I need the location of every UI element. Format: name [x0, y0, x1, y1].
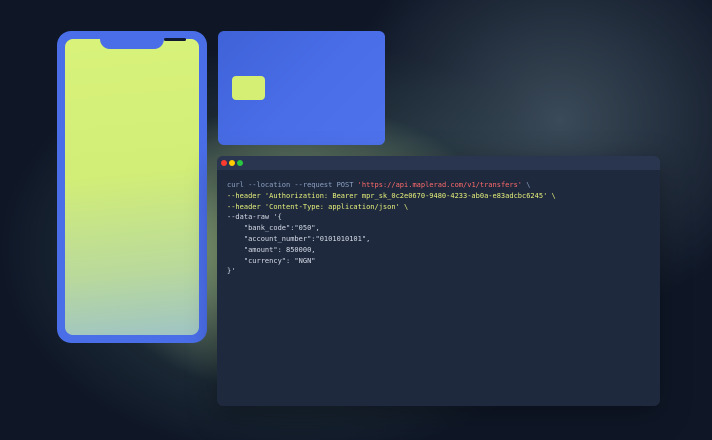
phone-speaker: [164, 38, 186, 41]
code-token: "amount": 850000,: [227, 245, 316, 254]
code-token: "bank_code":"050",: [227, 224, 320, 233]
terminal-title-bar: [217, 156, 660, 170]
code-line: "account_number":"0101010101",: [227, 234, 652, 245]
code-token: \: [522, 181, 531, 189]
code-token: --header 'Authorization: Bearer mpr_sk_0…: [227, 191, 556, 200]
code-line: }': [227, 266, 652, 277]
close-dot-icon[interactable]: [221, 160, 227, 166]
code-token: }': [227, 267, 236, 276]
code-line: --data-raw '{: [227, 212, 652, 223]
terminal-window: curl --location --request POST 'https://…: [217, 156, 660, 406]
phone-notch: [100, 31, 186, 49]
code-token: "currency": "NGN": [227, 256, 316, 265]
payment-card: [218, 31, 385, 145]
minimize-dot-icon[interactable]: [229, 160, 235, 166]
code-line: --header 'Authorization: Bearer mpr_sk_0…: [227, 191, 652, 202]
code-token: --data-raw '{: [227, 213, 282, 222]
phone-screen: [65, 39, 199, 335]
phone-mockup: [57, 31, 207, 343]
code-line: "amount": 850000,: [227, 245, 652, 256]
code-token: 'https://api.maplerad.com/v1/transfers': [357, 181, 523, 189]
code-token: "account_number":"0101010101",: [227, 234, 371, 243]
code-line: --header 'Content-Type: application/json…: [227, 202, 652, 213]
maximize-dot-icon[interactable]: [237, 160, 243, 166]
code-line: curl --location --request POST 'https://…: [227, 180, 652, 191]
code-line: "currency": "NGN": [227, 256, 652, 267]
code-block: curl --location --request POST 'https://…: [227, 180, 652, 277]
code-token: curl --location --request POST: [227, 181, 358, 189]
code-token: --header 'Content-Type: application/json…: [227, 202, 409, 211]
code-line: "bank_code":"050",: [227, 223, 652, 234]
card-chip-icon: [232, 76, 265, 100]
